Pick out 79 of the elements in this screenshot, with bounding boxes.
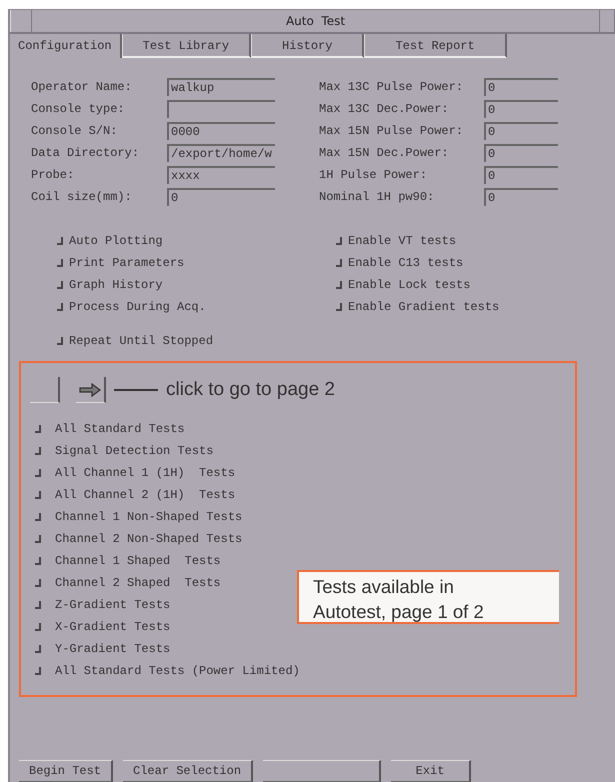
checkbox-label: Graph History — [69, 278, 163, 292]
window-title: Auto Test — [284, 13, 346, 30]
input-field[interactable]: 0000 — [167, 122, 275, 140]
annotation-text: click to go to page 2 — [166, 379, 335, 401]
input-field[interactable]: 0 — [167, 188, 275, 206]
input-field[interactable] — [167, 100, 275, 118]
input-field[interactable]: 0 — [484, 122, 558, 140]
input-field[interactable]: 0 — [484, 144, 558, 162]
checkbox[interactable] — [336, 237, 342, 245]
checkbox[interactable] — [57, 259, 63, 267]
checkbox-label: All Channel 2 (1H) Tests — [55, 488, 236, 502]
checkbox-label: Enable Gradient tests — [348, 300, 500, 314]
button[interactable]: Clear Selection — [123, 760, 254, 782]
tab[interactable]: Test Library — [122, 34, 252, 58]
checkbox-label: Repeat Until Stopped — [69, 334, 214, 348]
checkbox-label: Print Parameters — [69, 256, 184, 270]
arrow-icon — [79, 382, 101, 396]
checkbox[interactable] — [336, 259, 342, 267]
input-field[interactable]: 0 — [484, 166, 558, 184]
tab[interactable]: Test Report — [364, 34, 507, 58]
checkbox[interactable] — [35, 491, 41, 499]
checkbox[interactable] — [35, 513, 41, 521]
checkbox-label: Channel 2 Shaped Tests — [55, 576, 221, 590]
field-label: Console S/N: — [31, 124, 118, 138]
checkbox-label: Process During Acq. — [69, 300, 206, 314]
field-label: Max 13C Dec.Power: — [319, 102, 450, 116]
checkbox-label: Enable Lock tests — [348, 278, 470, 292]
leader-line — [114, 389, 158, 391]
checkbox[interactable] — [35, 447, 41, 455]
checkbox[interactable] — [35, 645, 41, 653]
field-label: Probe: — [31, 168, 76, 182]
annotation-callout: Tests available in Autotest, page 1 of 2 — [297, 570, 559, 624]
checkbox[interactable] — [35, 579, 41, 587]
field-label: Nominal 1H pw90: — [319, 190, 436, 204]
checkbox-label: All Standard Tests — [55, 422, 185, 436]
blank-button[interactable] — [263, 760, 382, 782]
checkbox[interactable] — [57, 337, 63, 345]
tab[interactable]: History — [251, 34, 364, 58]
button[interactable]: Begin Test — [19, 760, 114, 782]
field-label: Operator Name: — [31, 80, 133, 94]
checkbox[interactable] — [35, 535, 41, 543]
input-field[interactable]: 0 — [484, 78, 558, 96]
checkbox[interactable] — [35, 469, 41, 477]
input-field[interactable]: 0 — [484, 100, 558, 118]
field-label: Max 15N Pulse Power: — [319, 124, 464, 138]
checkbox-label: All Standard Tests (Power Limited) — [55, 664, 300, 678]
checkbox-label: All Channel 1 (1H) Tests — [55, 466, 236, 480]
checkbox-label: Z-Gradient Tests — [55, 598, 170, 612]
field-label: Data Directory: — [31, 146, 140, 160]
input-field[interactable]: walkup — [167, 78, 275, 96]
button[interactable]: Exit — [391, 760, 472, 782]
field-label: Console type: — [31, 102, 126, 116]
checkbox-label: Channel 1 Non-Shaped Tests — [55, 510, 242, 524]
checkbox[interactable] — [35, 425, 41, 433]
checkbox-label: X-Gradient Tests — [55, 620, 170, 634]
checkbox[interactable] — [57, 303, 63, 311]
window-menu-button[interactable] — [10, 10, 32, 32]
checkbox-label: Auto Plotting — [69, 234, 163, 248]
checkbox[interactable] — [35, 667, 41, 675]
checkbox-label: Y-Gradient Tests — [55, 642, 170, 656]
checkbox[interactable] — [336, 303, 342, 311]
field-label: Max 13C Pulse Power: — [319, 80, 464, 94]
checkbox-label: Channel 2 Non-Shaped Tests — [55, 532, 242, 546]
checkbox-label: Enable C13 tests — [348, 256, 464, 270]
checkbox[interactable] — [57, 281, 63, 289]
input-field[interactable]: /export/home/w — [167, 144, 275, 162]
input-field[interactable]: xxxx — [167, 166, 275, 184]
checkbox[interactable] — [35, 557, 41, 565]
checkbox-label: Channel 1 Shaped Tests — [55, 554, 221, 568]
checkbox-label: Enable VT tests — [348, 234, 456, 248]
checkbox[interactable] — [336, 281, 342, 289]
checkbox[interactable] — [35, 623, 41, 631]
checkbox[interactable] — [35, 601, 41, 609]
checkbox-label: Signal Detection Tests — [55, 444, 214, 458]
checkbox[interactable] — [57, 237, 63, 245]
input-field[interactable]: 0 — [484, 188, 558, 206]
field-label: Max 15N Dec.Power: — [319, 146, 450, 160]
field-label: 1H Pulse Power: — [319, 168, 428, 182]
field-label: Coil size(mm): — [31, 190, 133, 204]
